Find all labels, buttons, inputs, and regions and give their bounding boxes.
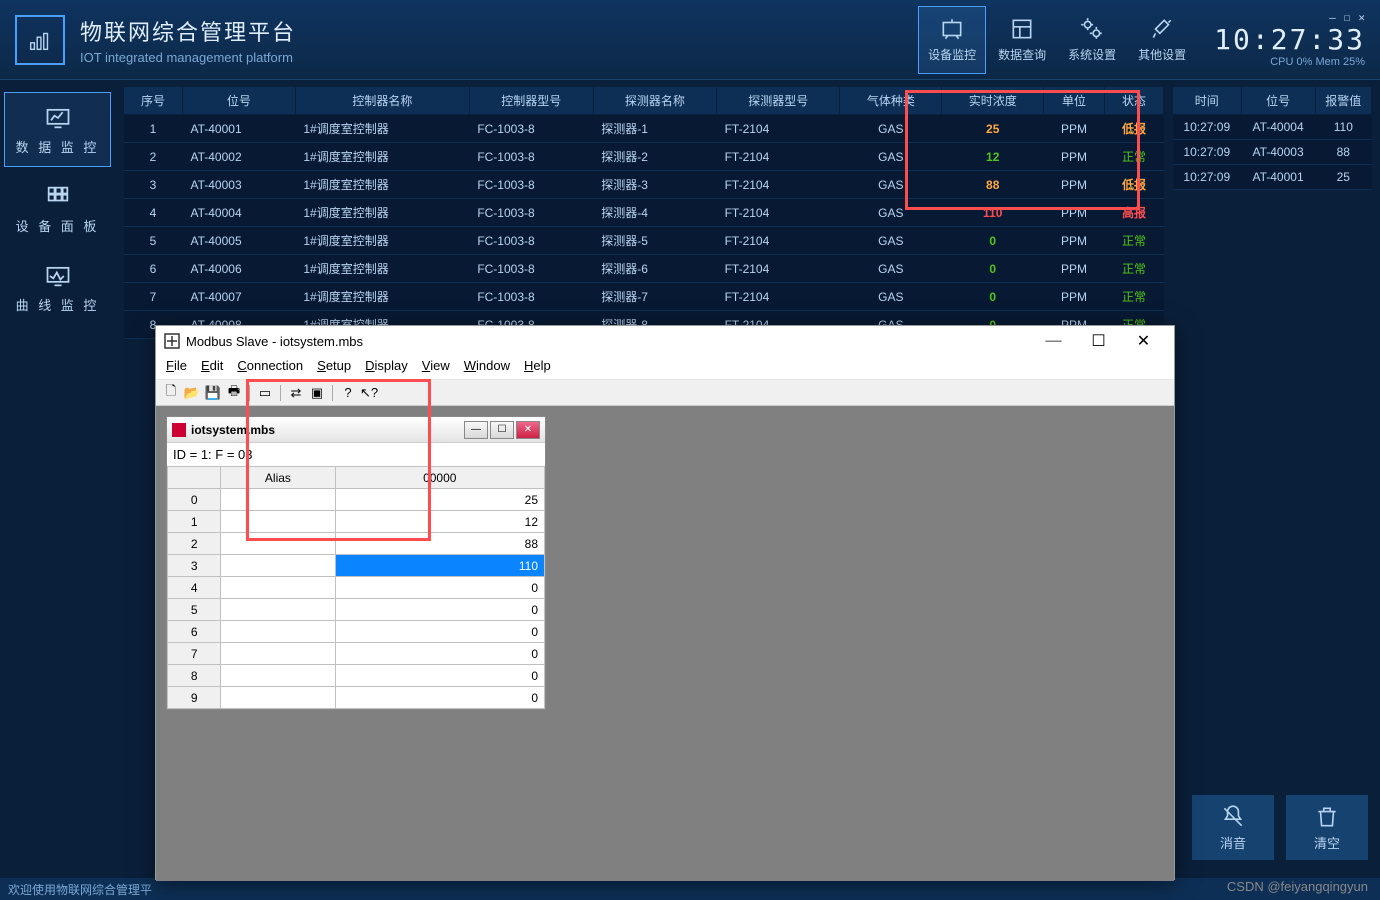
clock-display: 10:27:33 xyxy=(1214,26,1365,54)
col-控制器型号: 控制器型号 xyxy=(469,87,593,115)
alarm-table-wrap: 时间位号报警值 10:27:09AT-4000411010:27:09AT-40… xyxy=(1172,86,1372,870)
sidebar-item-2[interactable]: 曲 线 监 控 xyxy=(4,250,111,325)
modbus-close[interactable]: ✕ xyxy=(1121,327,1166,355)
modbus-doc-close[interactable]: ✕ xyxy=(516,421,540,439)
alarm-row[interactable]: 10:27:09AT-40004110 xyxy=(1173,115,1372,140)
modbus-toolbar: 🗋 📂 💾 🖶 ▭ ⇄ ▣ ? ↖? xyxy=(156,380,1174,406)
device-row[interactable]: 7AT-400071#调度室控制器FC-1003-8探测器-7FT-2104GA… xyxy=(124,283,1164,311)
sidebar-item-1[interactable]: 设 备 面 板 xyxy=(4,171,111,246)
modbus-window-controls: — ☐ ✕ xyxy=(1031,327,1166,355)
register-row[interactable]: 112 xyxy=(168,511,545,533)
device-row[interactable]: 1AT-400011#调度室控制器FC-1003-8探测器-1FT-2104GA… xyxy=(124,115,1164,143)
register-row[interactable]: 40 xyxy=(168,577,545,599)
modbus-minimize[interactable]: — xyxy=(1031,327,1076,355)
logo-icon xyxy=(15,15,65,65)
modbus-doc-titlebar[interactable]: iotsystem.mbs — ☐ ✕ xyxy=(167,417,545,443)
settings-icon[interactable]: ▣ xyxy=(308,384,326,402)
print-icon[interactable]: 🖶 xyxy=(225,384,243,402)
header-tools: 设备监控数据查询系统设置其他设置 xyxy=(918,6,1196,74)
device-row[interactable]: 6AT-400061#调度室控制器FC-1003-8探测器-6FT-2104GA… xyxy=(124,255,1164,283)
modbus-register-grid[interactable]: Alias00000 0251122883110405060708090 xyxy=(167,466,545,709)
watermark: CSDN @feiyangqingyun xyxy=(1227,879,1368,894)
app-header: 物联网综合管理平台 IOT integrated management plat… xyxy=(0,0,1380,80)
modbus-maximize[interactable]: ☐ xyxy=(1076,327,1121,355)
col-序号: 序号 xyxy=(124,87,183,115)
col-位号: 位号 xyxy=(182,87,295,115)
sidebar: 数 据 监 控设 备 面 板曲 线 监 控 xyxy=(0,80,115,870)
title-block: 物联网综合管理平台 IOT integrated management plat… xyxy=(80,15,918,65)
save-icon[interactable]: 💾 xyxy=(204,384,222,402)
menu-setup[interactable]: Setup xyxy=(317,358,351,373)
window-icon[interactable]: ▭ xyxy=(256,384,274,402)
register-row[interactable]: 70 xyxy=(168,643,545,665)
register-row[interactable]: 80 xyxy=(168,665,545,687)
modbus-meta: ID = 1: F = 03 xyxy=(167,443,545,466)
device-row[interactable]: 2AT-400021#调度室控制器FC-1003-8探测器-2FT-2104GA… xyxy=(124,143,1164,171)
sidebar-item-0[interactable]: 数 据 监 控 xyxy=(4,92,111,167)
device-row[interactable]: 5AT-400051#调度室控制器FC-1003-8探测器-5FT-2104GA… xyxy=(124,227,1164,255)
tool-其他设置[interactable]: 其他设置 xyxy=(1128,6,1196,74)
device-row[interactable]: 3AT-400031#调度室控制器FC-1003-8探测器-3FT-2104GA… xyxy=(124,171,1164,199)
connect-icon[interactable]: ⇄ xyxy=(287,384,305,402)
modbus-document[interactable]: iotsystem.mbs — ☐ ✕ ID = 1: F = 03 Alias… xyxy=(166,416,546,710)
menu-edit[interactable]: Edit xyxy=(201,358,223,373)
menu-help[interactable]: Help xyxy=(524,358,551,373)
menu-view[interactable]: View xyxy=(422,358,450,373)
whats-this-icon[interactable]: ↖? xyxy=(360,384,378,402)
modbus-doc-maximize[interactable]: ☐ xyxy=(490,421,514,439)
bell-mute-icon xyxy=(1220,804,1246,830)
tool-数据查询[interactable]: 数据查询 xyxy=(988,6,1056,74)
clock-block: — ☐ ✕ 10:27:33 CPU 0% Mem 25% xyxy=(1214,11,1365,68)
menu-display[interactable]: Display xyxy=(365,358,408,373)
menu-file[interactable]: File xyxy=(166,358,187,373)
modbus-doc-minimize[interactable]: — xyxy=(464,421,488,439)
status-bar: 欢迎使用物联网综合管理平 xyxy=(0,878,1380,900)
device-table: 序号位号控制器名称控制器型号探测器名称探测器型号气体种类实时浓度单位状态 1AT… xyxy=(123,86,1164,339)
app-title: 物联网综合管理平台 xyxy=(80,15,918,47)
modbus-doc-title: iotsystem.mbs xyxy=(191,423,464,437)
register-row[interactable]: 90 xyxy=(168,687,545,709)
modbus-title: Modbus Slave - iotsystem.mbs xyxy=(186,334,1031,349)
app-subtitle: IOT integrated management platform xyxy=(80,50,918,65)
alarm-table: 时间位号报警值 10:27:09AT-4000411010:27:09AT-40… xyxy=(1172,86,1372,190)
menu-connection[interactable]: Connection xyxy=(237,358,303,373)
alarm-row[interactable]: 10:27:09AT-4000388 xyxy=(1173,140,1372,165)
modbus-titlebar[interactable]: Modbus Slave - iotsystem.mbs — ☐ ✕ xyxy=(156,326,1174,356)
register-row[interactable]: 50 xyxy=(168,599,545,621)
new-icon[interactable]: 🗋 xyxy=(162,384,180,402)
register-row[interactable]: 3110 xyxy=(168,555,545,577)
device-row[interactable]: 4AT-400041#调度室控制器FC-1003-8探测器-4FT-2104GA… xyxy=(124,199,1164,227)
col-气体种类: 气体种类 xyxy=(840,87,942,115)
modbus-window[interactable]: Modbus Slave - iotsystem.mbs — ☐ ✕ File E… xyxy=(155,325,1175,880)
col-探测器名称: 探测器名称 xyxy=(593,87,716,115)
bottom-actions: 消音 清空 xyxy=(1192,795,1368,860)
clear-button[interactable]: 清空 xyxy=(1286,795,1368,860)
help-icon[interactable]: ? xyxy=(339,384,357,402)
menu-window[interactable]: Window xyxy=(464,358,510,373)
tool-设备监控[interactable]: 设备监控 xyxy=(918,6,986,74)
modbus-menubar: File Edit Connection Setup Display View Window… xyxy=(156,356,1174,380)
col-控制器名称: 控制器名称 xyxy=(295,87,469,115)
mute-button[interactable]: 消音 xyxy=(1192,795,1274,860)
open-icon[interactable]: 📂 xyxy=(183,384,201,402)
modbus-doc-icon xyxy=(172,423,186,437)
alarm-row[interactable]: 10:27:09AT-4000125 xyxy=(1173,165,1372,190)
modbus-mdi-area: iotsystem.mbs — ☐ ✕ ID = 1: F = 03 Alias… xyxy=(156,406,1174,881)
col-单位: 单位 xyxy=(1044,87,1105,115)
register-row[interactable]: 288 xyxy=(168,533,545,555)
register-row[interactable]: 025 xyxy=(168,489,545,511)
col-状态: 状态 xyxy=(1104,87,1163,115)
modbus-app-icon xyxy=(164,333,180,349)
trash-icon xyxy=(1314,804,1340,830)
system-stats: CPU 0% Mem 25% xyxy=(1214,56,1365,68)
tool-系统设置[interactable]: 系统设置 xyxy=(1058,6,1126,74)
col-探测器型号: 探测器型号 xyxy=(717,87,840,115)
col-实时浓度: 实时浓度 xyxy=(942,87,1044,115)
register-row[interactable]: 60 xyxy=(168,621,545,643)
